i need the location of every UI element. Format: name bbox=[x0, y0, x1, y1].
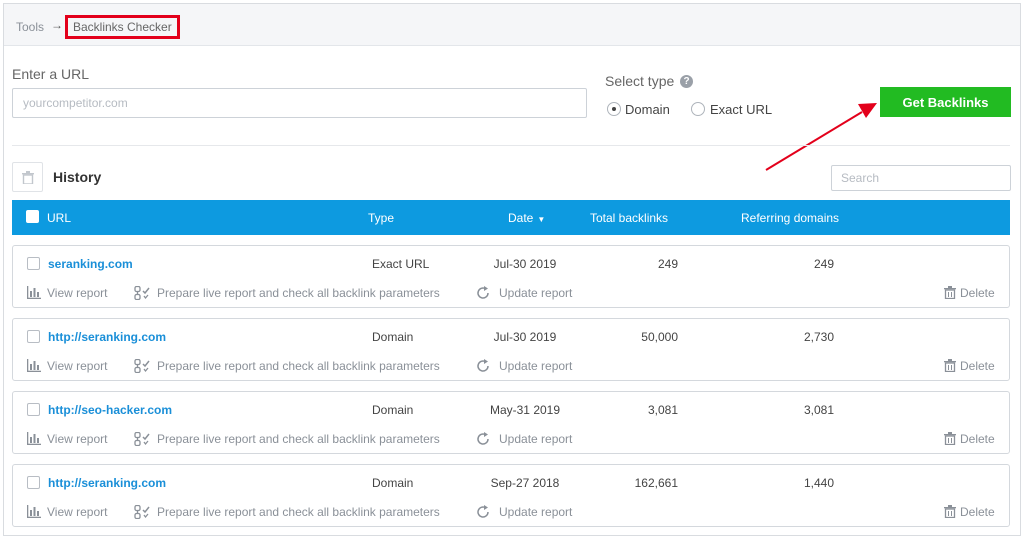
view-report-label: View report bbox=[47, 432, 108, 446]
breadcrumb-tools-link[interactable]: Tools bbox=[16, 20, 44, 34]
delete-label: Delete bbox=[960, 505, 995, 519]
trash-icon bbox=[944, 432, 956, 445]
row-type: Exact URL bbox=[372, 257, 430, 271]
url-field-label: Enter a URL bbox=[12, 66, 90, 82]
table-row: http://seranking.com Domain Jul-30 2019 … bbox=[12, 318, 1010, 381]
row-total-backlinks: 3,081 bbox=[647, 403, 678, 417]
row-url-link[interactable]: http://seo-hacker.com bbox=[48, 403, 172, 417]
row-total-backlinks: 162,661 bbox=[634, 476, 678, 490]
url-input[interactable] bbox=[12, 88, 587, 118]
select-type-label: Select type bbox=[605, 73, 675, 89]
table-row: seranking.com Exact URL Jul-30 2019 249 … bbox=[12, 245, 1010, 308]
refresh-icon bbox=[477, 505, 489, 518]
prepare-live-report-label: Prepare live report and check all backli… bbox=[157, 505, 440, 519]
history-title: History bbox=[53, 169, 102, 185]
view-report-label: View report bbox=[47, 286, 108, 300]
history-search-input[interactable] bbox=[831, 165, 1011, 191]
breadcrumb-current-page: Backlinks Checker bbox=[65, 15, 180, 39]
update-report-label: Update report bbox=[499, 432, 573, 446]
delete-selected-button[interactable] bbox=[12, 162, 43, 192]
prepare-live-report-label: Prepare live report and check all backli… bbox=[157, 286, 440, 300]
row-checkbox[interactable] bbox=[27, 403, 40, 416]
radio-exact-url-label[interactable]: Exact URL bbox=[710, 102, 772, 117]
bar-chart-icon bbox=[27, 286, 41, 299]
row-date: Jul-30 2019 bbox=[493, 257, 557, 271]
radio-domain-label[interactable]: Domain bbox=[625, 102, 670, 117]
delete-label: Delete bbox=[960, 432, 995, 446]
trash-icon bbox=[944, 359, 956, 372]
row-date: May-31 2019 bbox=[489, 403, 561, 417]
update-report-label: Update report bbox=[499, 286, 573, 300]
table-row: http://seranking.com Domain Sep-27 2018 … bbox=[12, 464, 1010, 527]
radio-exact-url[interactable] bbox=[691, 102, 705, 116]
table-row: http://seo-hacker.com Domain May-31 2019… bbox=[12, 391, 1010, 454]
row-url-link[interactable]: http://seranking.com bbox=[48, 330, 166, 344]
get-backlinks-button[interactable]: Get Backlinks bbox=[880, 87, 1011, 117]
row-total-backlinks: 249 bbox=[657, 257, 678, 271]
view-report-label: View report bbox=[47, 359, 108, 373]
bar-chart-icon bbox=[27, 505, 41, 518]
trash-icon bbox=[22, 171, 34, 184]
row-checkbox[interactable] bbox=[27, 476, 40, 489]
bar-chart-icon bbox=[27, 359, 41, 372]
bar-chart-icon bbox=[27, 432, 41, 445]
column-header-total-backlinks: Total backlinks bbox=[590, 211, 669, 225]
section-divider bbox=[12, 145, 1010, 146]
column-header-date-label: Date bbox=[508, 211, 534, 225]
update-report-label: Update report bbox=[499, 505, 573, 519]
delete-label: Delete bbox=[960, 286, 995, 300]
row-date: Jul-30 2019 bbox=[493, 330, 557, 344]
row-referring-domains: 3,081 bbox=[803, 403, 834, 417]
select-all-checkbox[interactable] bbox=[26, 210, 39, 223]
delete-label: Delete bbox=[960, 359, 995, 373]
row-date: Sep-27 2018 bbox=[490, 476, 560, 490]
table-header: URL Type Date ▼ Total backlinks Referring… bbox=[12, 200, 1010, 235]
row-checkbox[interactable] bbox=[27, 330, 40, 343]
trash-icon bbox=[944, 286, 956, 299]
row-type: Domain bbox=[372, 403, 414, 417]
breadcrumb-arrow-icon: → bbox=[51, 18, 63, 32]
refresh-icon bbox=[477, 432, 489, 445]
row-total-backlinks: 50,000 bbox=[641, 330, 678, 344]
row-type: Domain bbox=[372, 476, 414, 490]
update-report-label: Update report bbox=[499, 359, 573, 373]
row-type: Domain bbox=[372, 330, 414, 344]
link-check-icon bbox=[134, 359, 150, 373]
radio-domain[interactable] bbox=[607, 102, 621, 116]
trash-icon bbox=[944, 505, 956, 518]
row-url-link[interactable]: http://seranking.com bbox=[48, 476, 166, 490]
row-referring-domains: 249 bbox=[813, 257, 834, 271]
row-url-link[interactable]: seranking.com bbox=[48, 257, 133, 271]
column-header-type: Type bbox=[368, 211, 395, 225]
column-header-url: URL bbox=[47, 211, 72, 225]
row-referring-domains: 2,730 bbox=[803, 330, 834, 344]
prepare-live-report-label: Prepare live report and check all backli… bbox=[157, 432, 440, 446]
refresh-icon bbox=[477, 286, 489, 299]
row-checkbox[interactable] bbox=[27, 257, 40, 270]
sort-down-icon: ▼ bbox=[537, 215, 546, 224]
help-icon[interactable]: ? bbox=[680, 75, 693, 88]
link-check-icon bbox=[134, 505, 150, 519]
column-header-referring-domains: Referring domains bbox=[741, 211, 840, 225]
column-header-date[interactable]: Date ▼ bbox=[508, 211, 545, 225]
prepare-live-report-label: Prepare live report and check all backli… bbox=[157, 359, 440, 373]
refresh-icon bbox=[477, 359, 489, 372]
link-check-icon bbox=[134, 286, 150, 300]
view-report-label: View report bbox=[47, 505, 108, 519]
link-check-icon bbox=[134, 432, 150, 446]
row-referring-domains: 1,440 bbox=[803, 476, 834, 490]
